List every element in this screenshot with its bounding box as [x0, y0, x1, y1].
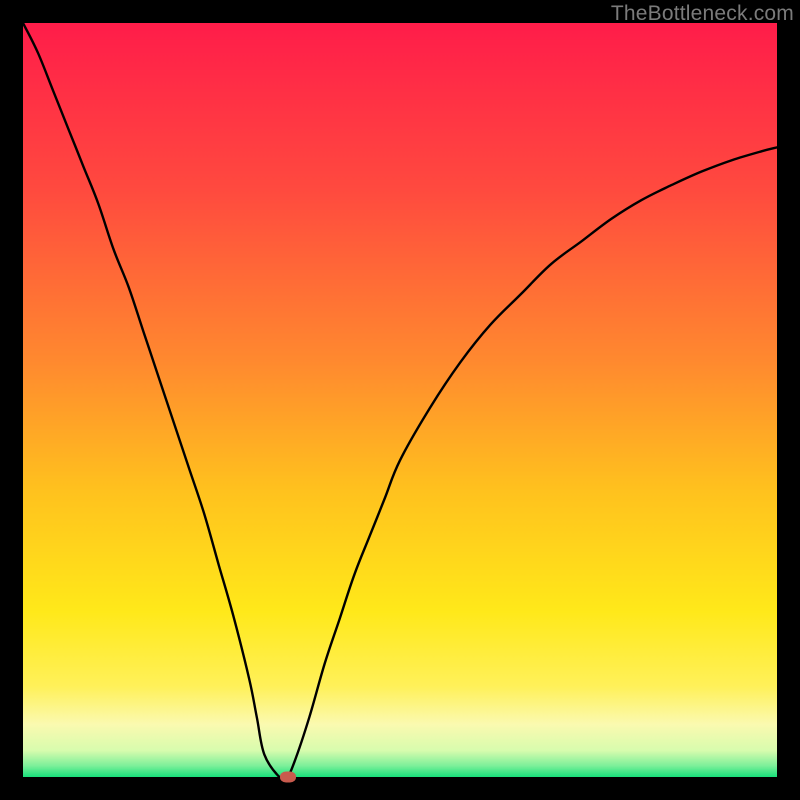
watermark-text: TheBottleneck.com	[611, 2, 794, 26]
optimum-marker	[280, 772, 296, 783]
chart-frame: TheBottleneck.com	[0, 0, 800, 800]
bottleneck-curve	[23, 23, 777, 777]
plot-area	[23, 23, 777, 777]
